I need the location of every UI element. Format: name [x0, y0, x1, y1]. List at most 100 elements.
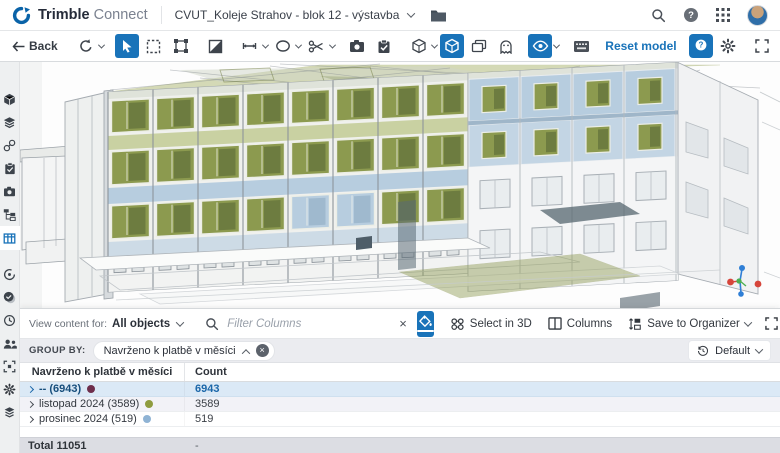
- clip-ellipse-tool[interactable]: [271, 34, 295, 58]
- table-body: -- (6943) 6943 listopad 2024 (3589)3589pro…: [20, 382, 780, 427]
- columns-icon: [548, 317, 562, 330]
- select-arrow-tool[interactable]: [115, 34, 139, 58]
- row-color-dot: [143, 415, 151, 423]
- approved-check-icon[interactable]: [0, 286, 20, 309]
- top-app-bar: Trimble Connect CVUT_Koleje Strahov - bl…: [0, 0, 780, 31]
- releases-stack-icon[interactable]: [0, 401, 20, 424]
- select-3d-icon: [450, 317, 465, 331]
- settings-dark-icon[interactable]: [0, 378, 20, 401]
- reset-model-button[interactable]: Reset model: [596, 39, 685, 53]
- row-count: 519: [185, 413, 780, 425]
- columns-button[interactable]: Columns: [540, 317, 620, 330]
- expand-panel-icon[interactable]: [759, 317, 780, 330]
- link-icon[interactable]: [0, 134, 20, 157]
- table-row[interactable]: prosinec 2024 (519) 519: [20, 412, 780, 427]
- markup-clipboard-icon[interactable]: [372, 34, 396, 58]
- group-by-label: GROUP BY:: [29, 345, 86, 356]
- back-button[interactable]: Back: [6, 39, 64, 53]
- table-footer: Total 11051 -: [20, 437, 780, 453]
- row-color-dot: [145, 400, 153, 408]
- back-arrow-icon: [12, 41, 25, 52]
- view-preset-dropdown[interactable]: Default: [689, 341, 770, 360]
- help-marker-icon[interactable]: ?: [689, 34, 713, 58]
- row-count: 6943: [185, 383, 780, 395]
- hide-object-icon[interactable]: [440, 34, 464, 58]
- organizer-save-icon: [628, 317, 642, 331]
- fullscreen-icon[interactable]: [750, 34, 774, 58]
- group-by-chip[interactable]: Navrženo k platbě v měsíci ×: [94, 342, 274, 360]
- table-spacer: [20, 427, 780, 437]
- team-users-icon[interactable]: [0, 332, 20, 355]
- visibility-eye-icon[interactable]: [528, 34, 552, 58]
- svg-text:?: ?: [688, 10, 694, 21]
- divider: [161, 6, 162, 24]
- search-icon: [205, 317, 219, 331]
- section-cut-icon[interactable]: [304, 34, 328, 58]
- snapshot-camera-icon[interactable]: [345, 34, 369, 58]
- column-header-group[interactable]: Navrženo k platbě v měsíci: [20, 363, 185, 381]
- cube-dropdown-caret-icon[interactable]: [432, 44, 437, 49]
- focus-target-icon[interactable]: [0, 355, 20, 378]
- row-expand-chevron-icon[interactable]: [27, 400, 34, 407]
- transform-select-tool[interactable]: [169, 34, 193, 58]
- group-by-bar: GROUP BY: Navrženo k platbě v měsíci × D…: [20, 339, 780, 363]
- left-sidebar: [0, 62, 20, 453]
- sync-status-icon[interactable]: [0, 263, 20, 286]
- trimble-logo-icon: [12, 6, 31, 25]
- model-3d-viewport[interactable]: [20, 62, 780, 308]
- settings-gear-icon[interactable]: [716, 34, 740, 58]
- select-in-3d-button[interactable]: Select in 3D: [442, 317, 540, 331]
- user-avatar[interactable]: [747, 5, 768, 26]
- filter-columns-input[interactable]: [227, 318, 383, 330]
- clip-dropdown-caret-icon[interactable]: [296, 44, 301, 49]
- eye-dropdown-caret-icon[interactable]: [553, 44, 558, 49]
- trimble-connect-logo[interactable]: Trimble Connect: [12, 6, 148, 25]
- history-clock-icon[interactable]: [0, 309, 20, 332]
- help-icon[interactable]: ?: [683, 7, 699, 23]
- row-label: -- (6943): [39, 383, 81, 395]
- row-group-cell: listopad 2024 (3589): [20, 397, 185, 411]
- chevron-up-icon: [241, 349, 249, 357]
- todo-clipboard-icon[interactable]: [0, 157, 20, 180]
- undo-icon[interactable]: [74, 34, 98, 58]
- view-content-dropdown[interactable]: All objects: [112, 318, 183, 330]
- ghost-mode-icon[interactable]: [494, 34, 518, 58]
- apps-grid-icon[interactable]: [716, 8, 730, 22]
- row-label: prosinec 2024 (519): [39, 413, 137, 425]
- property-pane-icon[interactable]: [569, 34, 593, 58]
- section-dropdown-caret-icon[interactable]: [329, 44, 334, 49]
- measure-tool[interactable]: [238, 34, 262, 58]
- models-cube-icon[interactable]: [0, 88, 20, 111]
- search-icon[interactable]: [651, 8, 666, 23]
- table-row[interactable]: listopad 2024 (3589)3589: [20, 397, 780, 412]
- chevron-down-icon: [744, 318, 752, 326]
- views-cards-icon[interactable]: [467, 34, 491, 58]
- invert-selection-tool[interactable]: [203, 34, 227, 58]
- organizer-tree-icon[interactable]: [0, 203, 20, 226]
- color-fill-button[interactable]: [417, 311, 434, 337]
- project-dropdown-caret-icon[interactable]: [407, 9, 415, 17]
- save-to-organizer-button[interactable]: Save to Organizer: [620, 317, 759, 331]
- undo-dropdown-caret-icon[interactable]: [99, 44, 104, 49]
- chevron-down-icon: [176, 318, 184, 326]
- project-breadcrumb[interactable]: CVUT_Koleje Strahov - blok 12 - výstavba: [175, 8, 400, 22]
- column-header-count[interactable]: Count: [185, 366, 780, 378]
- snapshots-camera-icon[interactable]: [0, 180, 20, 203]
- measure-dropdown-caret-icon[interactable]: [263, 44, 268, 49]
- svg-text:?: ?: [698, 41, 703, 50]
- folder-icon[interactable]: [430, 8, 447, 22]
- marquee-select-tool[interactable]: [142, 34, 166, 58]
- view-cube-icon[interactable]: [407, 34, 431, 58]
- row-group-cell: -- (6943): [20, 382, 185, 396]
- table-row[interactable]: -- (6943) 6943: [20, 382, 780, 397]
- row-group-cell: prosinec 2024 (519): [20, 412, 185, 426]
- filter-search: ×: [205, 309, 415, 338]
- row-expand-chevron-icon[interactable]: [27, 415, 34, 422]
- row-expand-chevron-icon[interactable]: [27, 385, 34, 392]
- clear-filter-icon[interactable]: ×: [391, 316, 415, 331]
- remove-group-icon[interactable]: ×: [256, 344, 269, 357]
- panel-toolbar: View content for: All objects × Select i…: [20, 309, 780, 339]
- layers-icon[interactable]: [0, 111, 20, 134]
- brand-name: Trimble Connect: [38, 7, 148, 23]
- data-table-icon[interactable]: [0, 226, 20, 250]
